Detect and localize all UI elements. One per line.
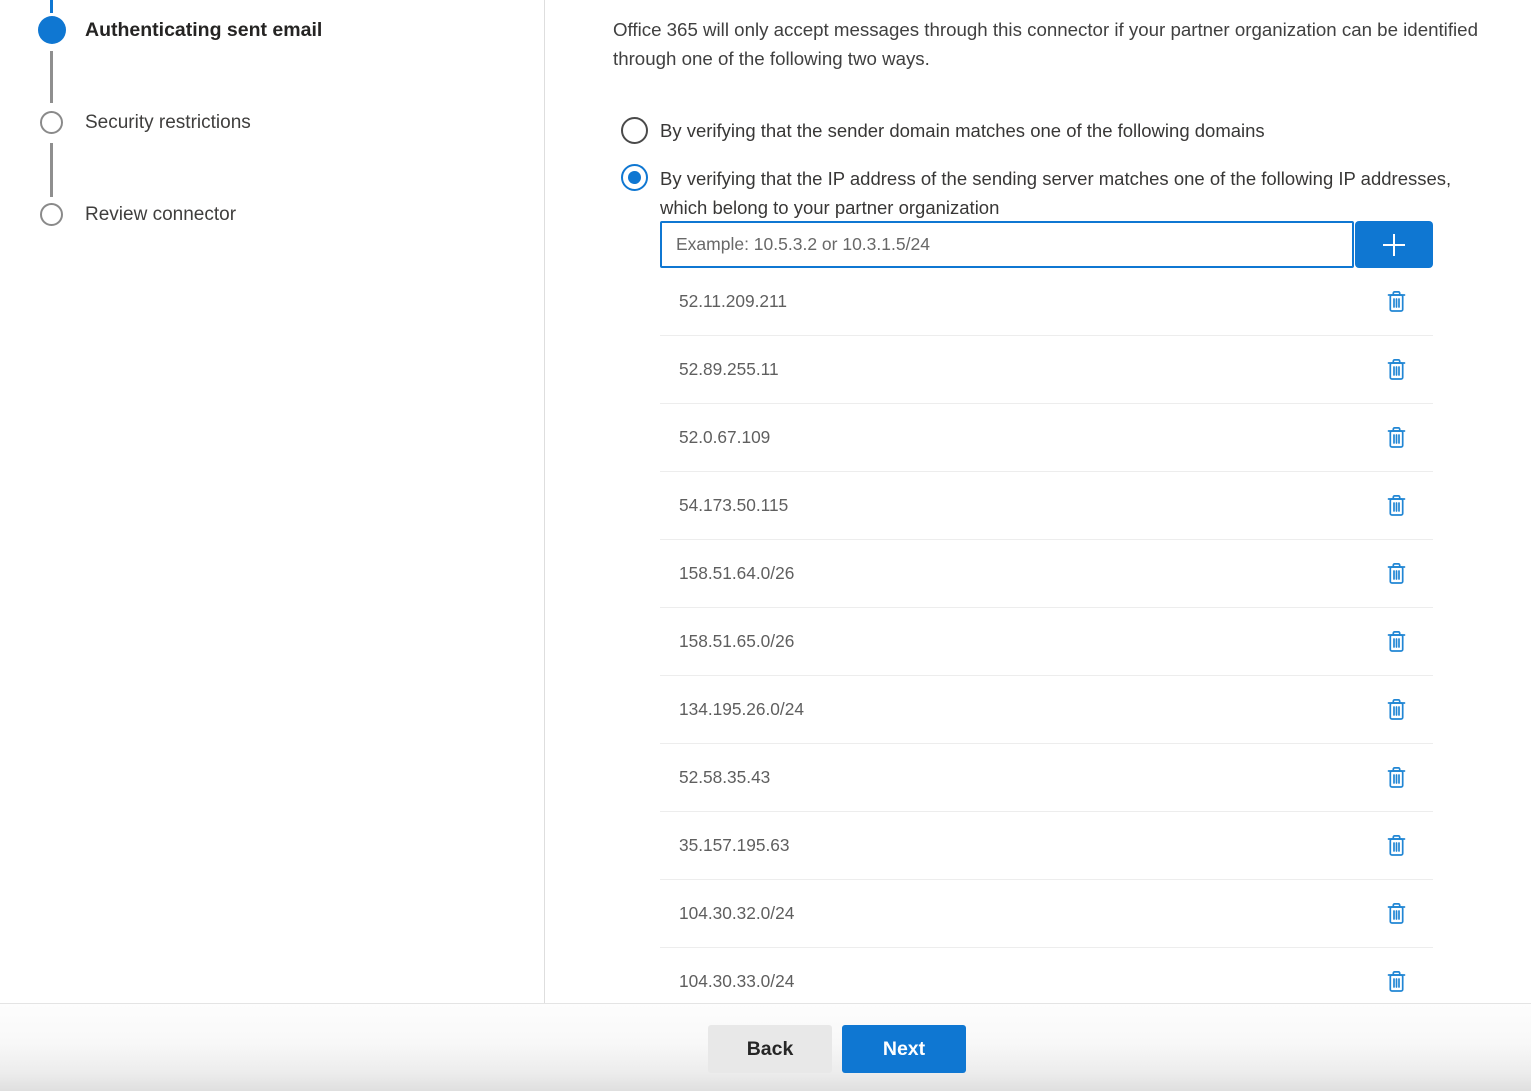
trash-icon <box>1385 289 1408 314</box>
ip-address-value: 158.51.64.0/26 <box>679 563 794 584</box>
step-connector <box>50 51 53 103</box>
ip-list-row: 52.58.35.43 <box>660 744 1433 812</box>
trash-icon <box>1385 901 1408 926</box>
ip-address-value: 52.11.209.211 <box>679 291 787 312</box>
back-button[interactable]: Back <box>708 1025 832 1073</box>
delete-ip-button[interactable] <box>1385 357 1408 382</box>
ip-address-value: 35.157.195.63 <box>679 835 790 856</box>
ip-list-row: 158.51.64.0/26 <box>660 540 1433 608</box>
ip-address-value: 104.30.32.0/24 <box>679 903 794 924</box>
delete-ip-button[interactable] <box>1385 493 1408 518</box>
ip-list-row: 54.173.50.115 <box>660 472 1433 540</box>
step-review-connector: Review connector <box>85 204 236 226</box>
ip-list-row: 52.11.209.211 <box>660 268 1433 336</box>
next-button[interactable]: Next <box>842 1025 966 1073</box>
trash-icon <box>1385 765 1408 790</box>
ip-address-value: 104.30.33.0/24 <box>679 971 794 992</box>
radio-ip-address-label[interactable]: By verifying that the IP address of the … <box>660 165 1478 222</box>
delete-ip-button[interactable] <box>1385 629 1408 654</box>
ip-list-row: 52.0.67.109 <box>660 404 1433 472</box>
radio-selected-dot <box>628 171 641 184</box>
ip-address-value: 158.51.65.0/26 <box>679 631 794 652</box>
ip-address-input[interactable] <box>660 221 1354 268</box>
ip-address-value: 54.173.50.115 <box>679 495 788 516</box>
trash-icon <box>1385 357 1408 382</box>
wizard-footer: Back Next <box>0 1003 1531 1091</box>
step-authenticating-sent-email: Authenticating sent email <box>85 19 322 42</box>
step-connector-done <box>50 0 53 13</box>
page-description: Office 365 will only accept messages thr… <box>613 16 1529 73</box>
ip-list-row: 134.195.26.0/24 <box>660 676 1433 744</box>
trash-icon <box>1385 697 1408 722</box>
step-upcoming-dot <box>40 111 63 134</box>
delete-ip-button[interactable] <box>1385 833 1408 858</box>
ip-list-row: 35.157.195.63 <box>660 812 1433 880</box>
delete-ip-button[interactable] <box>1385 969 1408 994</box>
ip-list-row: 158.51.65.0/26 <box>660 608 1433 676</box>
trash-icon <box>1385 561 1408 586</box>
step-current-dot <box>38 16 66 44</box>
ip-list-row: 104.30.33.0/24 <box>660 948 1433 1003</box>
plus-icon <box>1378 229 1410 261</box>
ip-address-list: 52.11.209.211 52.89.255.11 <box>660 268 1433 1003</box>
wizard-stepper: Authenticating sent email Security restr… <box>0 0 545 1003</box>
trash-icon <box>1385 833 1408 858</box>
radio-sender-domain[interactable] <box>621 117 648 144</box>
ip-list-row: 104.30.32.0/24 <box>660 880 1433 948</box>
ip-address-value: 134.195.26.0/24 <box>679 699 804 720</box>
radio-ip-address[interactable] <box>621 164 648 191</box>
delete-ip-button[interactable] <box>1385 697 1408 722</box>
ip-address-value: 52.58.35.43 <box>679 767 770 788</box>
trash-icon <box>1385 425 1408 450</box>
delete-ip-button[interactable] <box>1385 901 1408 926</box>
step-upcoming-dot <box>40 203 63 226</box>
delete-ip-button[interactable] <box>1385 765 1408 790</box>
step-connector <box>50 143 53 197</box>
radio-sender-domain-label[interactable]: By verifying that the sender domain matc… <box>660 117 1490 146</box>
delete-ip-button[interactable] <box>1385 425 1408 450</box>
delete-ip-button[interactable] <box>1385 561 1408 586</box>
trash-icon <box>1385 969 1408 994</box>
ip-address-value: 52.0.67.109 <box>679 427 770 448</box>
trash-icon <box>1385 629 1408 654</box>
ip-list-row: 52.89.255.11 <box>660 336 1433 404</box>
step-security-restrictions: Security restrictions <box>85 112 251 134</box>
add-ip-button[interactable] <box>1355 221 1433 268</box>
delete-ip-button[interactable] <box>1385 289 1408 314</box>
ip-address-value: 52.89.255.11 <box>679 359 779 380</box>
trash-icon <box>1385 493 1408 518</box>
